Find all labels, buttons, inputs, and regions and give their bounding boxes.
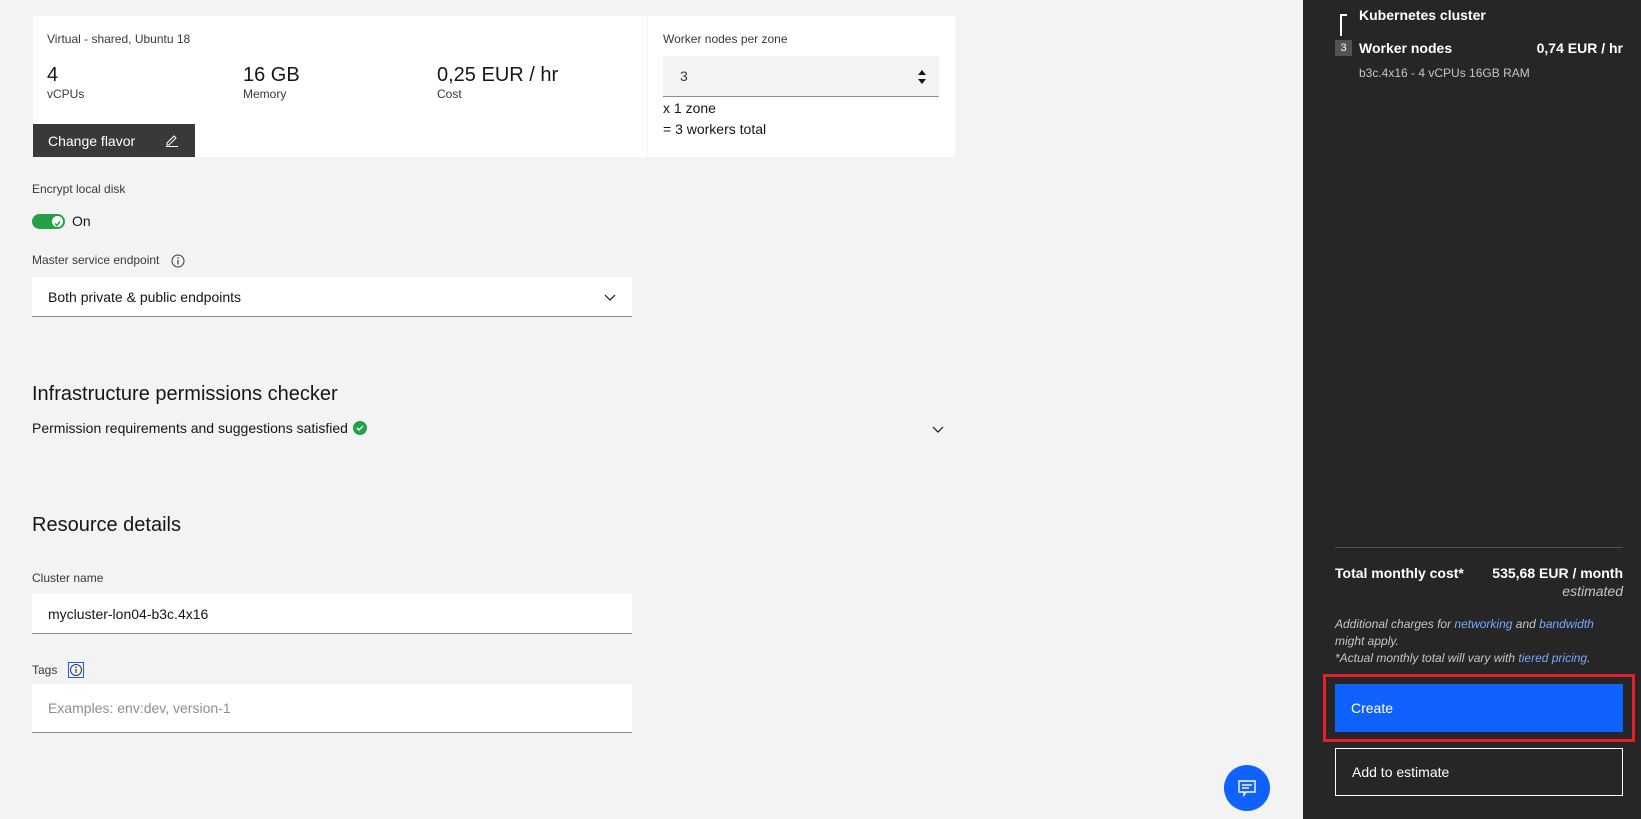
- tags-label-text: Tags: [32, 663, 57, 677]
- cluster-name-input[interactable]: mycluster-lon04-b3c.4x16: [32, 594, 632, 634]
- endpoint-select[interactable]: Both private & public endpoints: [32, 277, 632, 317]
- chevron-down-icon: [604, 292, 616, 302]
- stat-label: vCPUs: [47, 87, 84, 101]
- endpoint-label: Master service endpoint: [32, 253, 185, 268]
- workers-per-zone-input[interactable]: 3: [663, 56, 939, 97]
- permissions-status-text: Permission requirements and suggestions …: [32, 420, 348, 436]
- total-cost-label: Total monthly cost*: [1335, 565, 1464, 581]
- checkmark-icon: [52, 218, 63, 229]
- tiered-pricing-link[interactable]: tiered pricing: [1518, 651, 1587, 665]
- workers-card: Worker nodes per zone 3 x 1 zone = 3 wor…: [648, 16, 955, 157]
- tree-connector-icon: [1340, 14, 1348, 36]
- tags-placeholder: Examples: env:dev, version-1: [48, 700, 231, 716]
- divider: [1335, 547, 1623, 548]
- note-text: might apply.: [1335, 634, 1399, 648]
- stat-cost: 0,25 EUR / hr Cost: [437, 64, 558, 101]
- workers-per-zone-label: Worker nodes per zone: [663, 32, 788, 46]
- networking-link[interactable]: networking: [1454, 617, 1512, 631]
- tags-label: Tags: [32, 662, 84, 678]
- flavor-title: Virtual - shared, Ubuntu 18: [47, 32, 190, 46]
- permissions-status: Permission requirements and suggestions …: [32, 420, 367, 436]
- encrypt-disk-toggle[interactable]: [32, 214, 65, 229]
- total-cost-value: 535,68 EUR / month: [1492, 565, 1623, 581]
- note-text: .: [1587, 651, 1590, 665]
- total-cost-estimated: estimated: [1562, 583, 1623, 599]
- info-icon[interactable]: [171, 254, 185, 268]
- chat-button[interactable]: [1224, 765, 1270, 811]
- add-to-estimate-button[interactable]: Add to estimate: [1335, 748, 1623, 796]
- worker-nodes-price: 0,74 EUR / hr: [1537, 40, 1623, 56]
- stat-value: 16 GB: [243, 64, 300, 87]
- flavor-card: Virtual - shared, Ubuntu 18 4 vCPUs 16 G…: [33, 16, 647, 157]
- bandwidth-link[interactable]: bandwidth: [1539, 617, 1594, 631]
- info-icon: [69, 663, 83, 677]
- stepper-arrows-icon[interactable]: [917, 68, 927, 86]
- workers-total-text: = 3 workers total: [663, 121, 766, 137]
- worker-nodes-title: Worker nodes: [1359, 40, 1452, 56]
- stat-memory: 16 GB Memory: [243, 64, 300, 101]
- pricing-note: Additional charges for networking and ba…: [1335, 616, 1625, 667]
- summary-panel: Kubernetes cluster 3 Worker nodes 0,74 E…: [1303, 0, 1641, 819]
- cluster-name-value: mycluster-lon04-b3c.4x16: [48, 606, 208, 622]
- workers-per-zone-value: 3: [680, 68, 688, 84]
- encrypt-disk-label: Encrypt local disk: [32, 182, 125, 196]
- note-text: *Actual monthly total will vary with: [1335, 651, 1518, 665]
- worker-count-badge: 3: [1335, 40, 1352, 56]
- tags-info-button[interactable]: [68, 662, 84, 678]
- worker-nodes-spec: b3c.4x16 - 4 vCPUs 16GB RAM: [1359, 66, 1530, 80]
- create-button[interactable]: Create: [1335, 684, 1623, 732]
- permissions-expand-chevron-icon[interactable]: [932, 424, 944, 434]
- check-circle-icon: [353, 421, 367, 435]
- zones-text: x 1 zone: [663, 100, 716, 116]
- stat-vcpus: 4 vCPUs: [47, 64, 84, 101]
- encrypt-state-label: On: [72, 213, 91, 229]
- change-flavor-label: Change flavor: [48, 133, 135, 149]
- note-text: and: [1512, 617, 1539, 631]
- permissions-heading: Infrastructure permissions checker: [32, 383, 338, 406]
- stat-label: Memory: [243, 87, 300, 101]
- change-flavor-button[interactable]: Change flavor: [33, 124, 195, 157]
- endpoint-selected-value: Both private & public endpoints: [48, 289, 241, 305]
- chat-icon: [1236, 777, 1258, 799]
- endpoint-label-text: Master service endpoint: [32, 253, 159, 267]
- pencil-icon: [165, 133, 179, 147]
- tags-input[interactable]: Examples: env:dev, version-1: [32, 684, 632, 733]
- cluster-title: Kubernetes cluster: [1359, 7, 1486, 23]
- stat-value: 0,25 EUR / hr: [437, 64, 558, 87]
- resource-details-heading: Resource details: [32, 514, 181, 537]
- stat-value: 4: [47, 64, 84, 87]
- note-text: Additional charges for: [1335, 617, 1454, 631]
- cluster-name-label: Cluster name: [32, 571, 103, 585]
- stat-label: Cost: [437, 87, 558, 101]
- toggle-knob: [52, 216, 63, 227]
